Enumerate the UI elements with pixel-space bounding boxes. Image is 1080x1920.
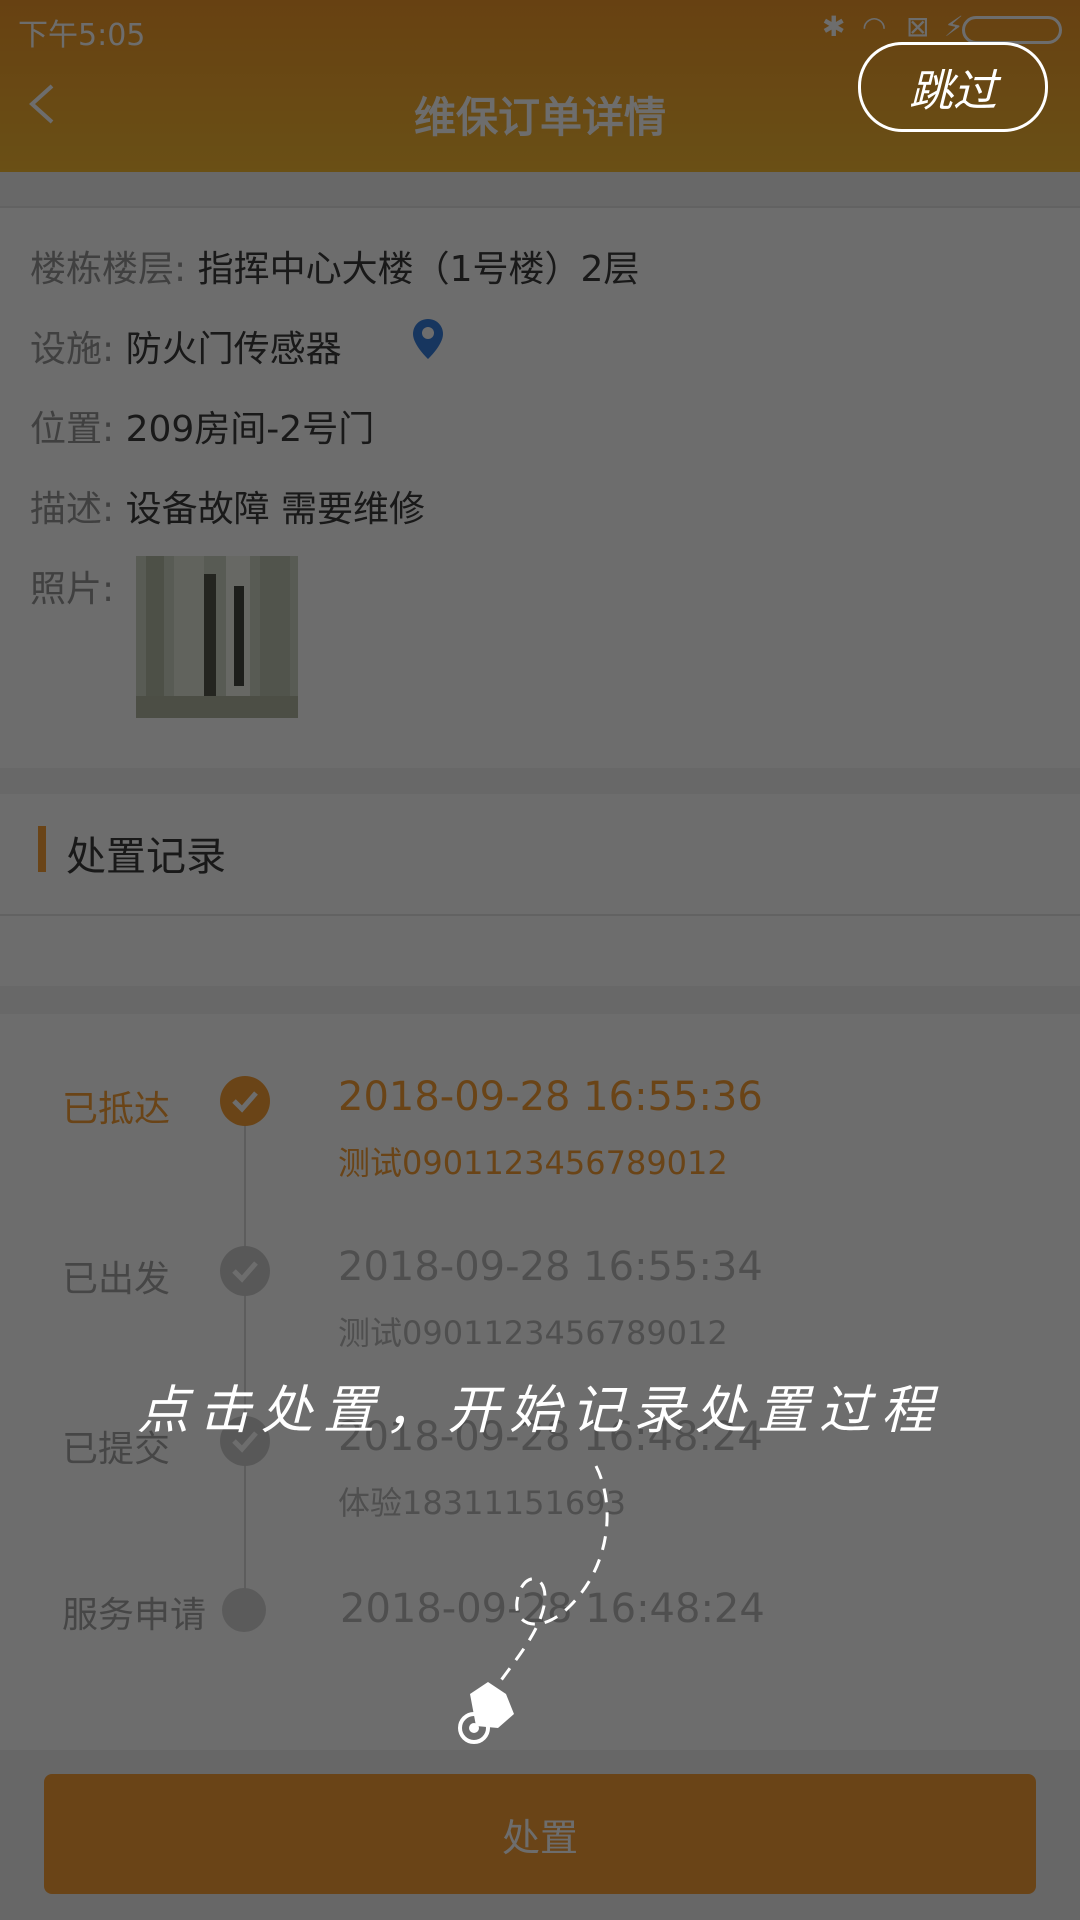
status-time: 下午5:05 [18,18,146,53]
check-icon [220,1246,270,1296]
facility-label: 设施: [30,329,115,370]
section-title: 处置记录 [66,834,226,880]
building-value: 指挥中心大楼（1号楼）2层 [197,249,640,290]
timeline-status: 已抵达 [62,1089,171,1130]
status-icons: ✱ ◠ ⊠ ⚡ [822,10,1062,46]
location-value: 209房间-2号门 [125,409,375,450]
description-label: 描述: [30,489,115,530]
timeline-time: 2018-09-28 16:55:36 [338,1074,763,1120]
timeline-status: 已出发 [62,1259,171,1300]
location-pin-icon[interactable] [412,318,444,360]
timeline-user: 测试0901123456789012 [338,1314,728,1352]
check-icon [220,1076,270,1126]
section-accent-bar [38,826,46,872]
battery-icon [962,16,1062,44]
records-section-header: 处置记录 [0,794,1080,916]
timeline-status: 服务申请 [62,1595,207,1636]
timeline-user: 测试0901123456789012 [338,1144,728,1182]
description-row: 描述: 设备故障 需要维修 [30,480,425,532]
charging-icon: ⚡ [944,10,964,43]
pointing-hand-icon [458,1465,609,1744]
pending-dot-icon [222,1588,266,1632]
building-row: 楼栋楼层: 指挥中心大楼（1号楼）2层 [30,240,639,292]
facility-row: 设施: 防火门传感器 [30,320,342,372]
building-label: 楼栋楼层: [30,249,187,290]
guide-hint: 点击处置，开始记录处置过程 [136,1381,943,1441]
timeline-line [244,1100,246,1610]
description-value: 设备故障 需要维修 [125,489,426,530]
skip-button[interactable]: 跳过 [858,42,1048,132]
bluetooth-icon: ✱ [822,10,846,43]
timeline-time: 2018-09-28 16:55:34 [338,1244,763,1290]
photo-label: 照片: [30,569,115,610]
wifi-icon: ◠ [862,10,887,43]
sim-icon: ⊠ [906,10,930,43]
location-label: 位置: [30,409,115,450]
section-spacer [0,916,1080,986]
dispose-button[interactable]: 处置 [44,1774,1036,1894]
location-row: 位置: 209房间-2号门 [30,400,374,452]
facility-value: 防火门传感器 [125,329,342,370]
photo-thumbnail[interactable] [136,556,298,718]
